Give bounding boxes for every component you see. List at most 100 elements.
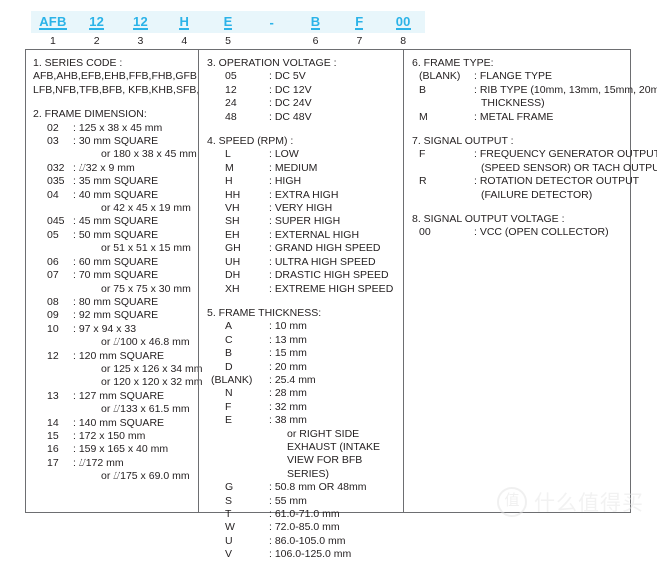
section-title: 4. SPEED (RPM) : (207, 135, 294, 148)
spec-entry-value: : HIGH (269, 175, 302, 188)
part-number-index: 7 (356, 34, 363, 47)
spec-entry-continuation: SERIES) (287, 467, 330, 480)
spec-entry-continuation: or 42 x 45 x 19 mm (101, 202, 191, 215)
spec-entry-value: : 45 mm SQUARE (73, 215, 159, 228)
part-number-index: 1 (49, 34, 56, 47)
spec-entry-continuation: or ⌰100 x 46.8 mm (101, 336, 190, 349)
part-number-index: 6 (312, 34, 319, 47)
spec-entry-continuation: or 125 x 126 x 34 mm (101, 362, 203, 375)
spec-entry-value: : 97 x 94 x 33 (73, 322, 137, 335)
spec-entry-code: V (225, 548, 233, 561)
part-number-code: - (269, 14, 275, 30)
spec-entry: D: 20 mm (207, 361, 403, 374)
column-right: 6. FRAME TYPE: (BLANK): FLANGE TYPE B: RI… (403, 50, 657, 512)
spec-entry: 04: 40 mm SQUARE (33, 189, 198, 202)
spec-entry: C: 13 mm (207, 334, 403, 347)
spec-entry-continuation: (SPEED SENSOR) OR TACH OUTPUT (481, 161, 657, 174)
spec-entry-value: : DC 5V (269, 70, 306, 83)
spec-entry-code: 032 (47, 161, 65, 174)
spec-entry-continuation: or 120 x 120 x 32 mm (101, 376, 203, 389)
spec-entry: L: LOW (207, 148, 403, 161)
spec-entry-code: B (225, 347, 233, 360)
spec-entry-code: (BLANK) (211, 373, 253, 386)
part-number-index: 5 (225, 34, 231, 47)
spec-entry: 48: DC 48V (207, 111, 403, 124)
spec-entry: DH: DRASTIC HIGH SPEED (207, 269, 403, 282)
section-title: 5. FRAME THICKNESS: (207, 306, 322, 319)
spec-entry-value: : 32 mm (269, 400, 307, 413)
spec-entry-code: 03 (47, 135, 59, 148)
spec-entry-value: : 61.0-71.0 mm (269, 508, 340, 520)
spec-entry-code: 045 (47, 215, 65, 228)
column-middle: 3. OPERATION VOLTAGE : 05: DC 5V 12: DC 1… (198, 50, 403, 560)
section-series-code: 1. SERIES CODE : AFB,AHB,EFB,EHB,FFB,FHB… (33, 57, 200, 97)
spec-entry: F: 32 mm (207, 401, 403, 414)
series-code-line: LFB,NFB,TFB,BFB, KFB,KHB,SFB, (33, 83, 200, 96)
signal-output-voltage-entries: 00: VCC (OPEN COLLECTOR) (412, 226, 630, 239)
spec-entry-value: : SUPER HIGH (269, 215, 341, 228)
spec-entry-value: : 35 mm SQUARE (73, 175, 159, 188)
spec-entry: 12: DC 12V (207, 84, 403, 97)
spec-entry-code: UH (225, 255, 241, 268)
spec-entry-value: : 92 mm SQUARE (73, 309, 159, 322)
spec-entry-value: : ⌰32 x 9 mm (73, 161, 135, 174)
spec-entry: 035: 35 mm SQUARE (33, 175, 198, 188)
spec-entry: HH: EXTRA HIGH (207, 189, 403, 202)
spec-entry-value: : 50.8 mm OR 48mm (269, 481, 367, 494)
spec-entry: SH : SUPER HIGH (207, 215, 403, 228)
spec-entry-continuation: or ⌰175 x 69.0 mm (101, 470, 190, 483)
section-signal-output: 7. SIGNAL OUTPUT : F: FREQUENCY GENERATO… (412, 135, 657, 202)
part-number-index: 4 (181, 34, 188, 47)
spec-entry: 07: 70 mm SQUARE (33, 269, 198, 282)
spec-entry-value: : DC 12V (269, 83, 312, 96)
spec-entry: S: 55 mm (207, 495, 403, 508)
spec-entry-value: : 28 mm (269, 387, 307, 400)
operation-voltage-entries: 05: DC 5V 12: DC 12V 24: DC 24V 48: DC 48V (207, 70, 403, 124)
spec-entry-code: 09 (47, 309, 59, 322)
section-frame-type: 6. FRAME TYPE: (BLANK): FLANGE TYPE B: RI… (412, 57, 657, 124)
spec-entry: GH: GRAND HIGH SPEED (207, 242, 403, 255)
spec-entry: U: 86.0-105.0 mm (207, 535, 403, 548)
spec-entry-code: SH (225, 215, 240, 228)
spec-entry-code: L (225, 148, 231, 161)
spec-entry-value: : MEDIUM (269, 161, 318, 174)
section-title: 6. FRAME TYPE: (412, 57, 494, 69)
spec-entry-value: : 30 mm SQUARE (73, 135, 159, 148)
spec-entry: W: 72.0-85.0 mm (207, 521, 403, 534)
spec-entry-code: 15 (47, 429, 59, 442)
spec-entry-value: : DRASTIC HIGH SPEED (269, 269, 389, 282)
spec-entry: F: FREQUENCY GENERATOR OUTPUT (412, 148, 657, 161)
spec-entry: 09 : 92 mm SQUARE (33, 309, 198, 322)
spec-entry-code: A (225, 320, 233, 333)
spec-entry-code: S (225, 494, 233, 507)
spec-entry-value: : 40 mm SQUARE (73, 188, 159, 201)
spec-entry-value: : 60 mm SQUARE (73, 255, 159, 268)
spec-entry-value: : 50 mm SQUARE (73, 228, 159, 241)
spec-entry-code: EH (225, 228, 240, 241)
spec-entry-code: 14 (47, 416, 59, 429)
specification-table: 1. SERIES CODE : AFB,AHB,EFB,EHB,FFB,FHB… (25, 49, 657, 560)
frame-type-entries: (BLANK): FLANGE TYPE B: RIB TYPE (10mm, 1… (412, 70, 657, 124)
spec-entry-value: : 172 x 150 mm (73, 429, 146, 442)
spec-entry-value: : EXTERNAL HIGH (269, 228, 360, 241)
spec-entry-continuation: or 51 x 51 x 15 mm (101, 242, 191, 255)
spec-entry-value: : VCC (OPEN COLLECTOR) (474, 226, 609, 239)
spec-entry-value: : DC 24V (269, 97, 312, 110)
section-frame-dimension: 2. FRAME DIMENSION: 02: 125 x 38 x 45 mm… (33, 108, 203, 483)
signal-output-entries: F: FREQUENCY GENERATOR OUTPUT (SPEED SENS… (412, 148, 657, 202)
spec-entry-value: : EXTRA HIGH (269, 188, 339, 201)
spec-entry: 16: 159 x 165 x 40 mm (33, 443, 198, 456)
spec-entry: 14: 140 mm SQUARE (33, 417, 198, 430)
spec-entry: H: HIGH (207, 175, 403, 188)
part-number-code: 12 (89, 14, 105, 30)
part-number-code: E (223, 14, 233, 30)
spec-entry-value: : EXTREME HIGH SPEED (269, 282, 394, 295)
spec-entry: N: 28 mm (207, 387, 403, 400)
spec-entry-value: : FLANGE TYPE (474, 70, 552, 83)
spec-entry-code: C (225, 333, 233, 346)
spec-entry-value: : ULTRA HIGH SPEED (269, 255, 376, 268)
spec-entry-value: : 20 mm (269, 360, 307, 373)
spec-entry-code: 17 (47, 456, 59, 469)
spec-entry-value: : 38 mm (269, 414, 307, 427)
spec-entry-value: : 127 mm SQUARE (73, 389, 165, 402)
